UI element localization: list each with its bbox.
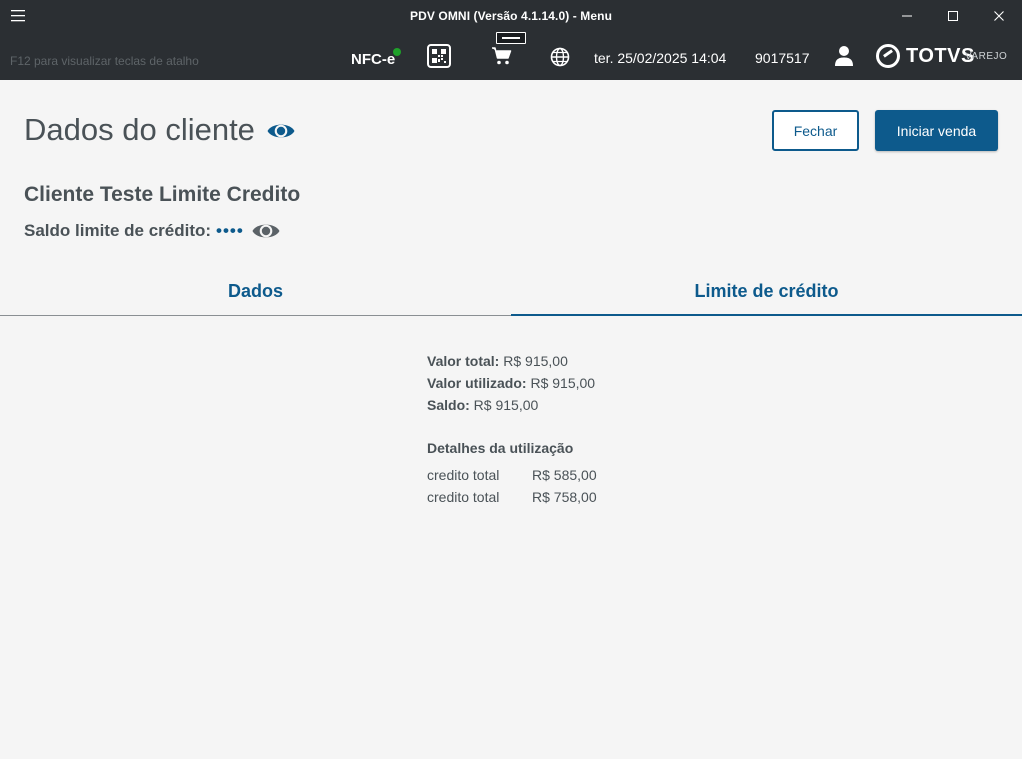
- maximize-icon: [948, 11, 958, 21]
- shortcut-hint: F12 para visualizar teclas de atalho: [10, 54, 199, 68]
- tab-dados[interactable]: Dados: [0, 268, 511, 316]
- close-icon: [994, 11, 1004, 21]
- nfce-status-dot: [393, 48, 401, 56]
- user-id: 9017517: [755, 50, 810, 66]
- maximize-button[interactable]: [930, 0, 976, 32]
- credit-balance-label: Saldo limite de crédito:: [24, 221, 212, 240]
- minimize-button[interactable]: [884, 0, 930, 32]
- detail-value: R$ 585,00: [532, 467, 597, 483]
- credit-total-label: Valor total:: [427, 353, 500, 369]
- eye-icon[interactable]: [266, 119, 296, 148]
- totvs-logo-icon: [876, 44, 900, 68]
- list-item: credito total R$ 758,00: [427, 489, 597, 505]
- qr-code-icon[interactable]: [427, 44, 451, 73]
- detail-name: credito total: [427, 489, 500, 505]
- credit-used-row: Valor utilizado: R$ 915,00: [427, 375, 595, 391]
- credit-balance-masked: ••••: [216, 221, 244, 240]
- show-balance-eye-icon[interactable]: [251, 219, 281, 248]
- nfce-indicator[interactable]: NFC-e: [351, 51, 395, 68]
- user-icon[interactable]: [834, 45, 854, 72]
- credit-balance-row: Saldo: R$ 915,00: [427, 397, 538, 413]
- credit-balance-row-label: Saldo:: [427, 397, 470, 413]
- start-sale-button[interactable]: Iniciar venda: [875, 110, 998, 151]
- credit-total-row: Valor total: R$ 915,00: [427, 353, 568, 369]
- detail-name: credito total: [427, 467, 500, 483]
- credit-balance-value: R$ 915,00: [473, 397, 539, 413]
- logo-sub: VAREJO: [965, 51, 1008, 62]
- details-title: Detalhes da utilização: [427, 440, 574, 456]
- datetime-display: ter. 25/02/2025 14:04: [594, 50, 727, 66]
- top-toolbar: F12 para visualizar teclas de atalho NFC…: [0, 32, 1022, 80]
- close-button[interactable]: Fechar: [772, 110, 859, 151]
- client-name: Cliente Teste Limite Credito: [24, 183, 301, 206]
- credit-used-value: R$ 915,00: [530, 375, 596, 391]
- close-window-button[interactable]: [976, 0, 1022, 32]
- page-title: Dados do cliente: [24, 112, 255, 147]
- credit-used-label: Valor utilizado:: [427, 375, 527, 391]
- tab-limite-de-credito[interactable]: Limite de crédito: [511, 268, 1022, 316]
- detail-value: R$ 758,00: [532, 489, 597, 505]
- list-item: credito total R$ 585,00: [427, 467, 597, 483]
- cart-icon[interactable]: [491, 46, 513, 71]
- cart-badge: [496, 32, 526, 44]
- window-title: PDV OMNI (Versão 4.1.14.0) - Menu: [409, 9, 613, 23]
- globe-icon[interactable]: [550, 47, 570, 72]
- title-bar: PDV OMNI (Versão 4.1.14.0) - Menu: [0, 0, 1022, 32]
- minimize-icon: [902, 15, 912, 17]
- credit-total-value: R$ 915,00: [503, 353, 568, 369]
